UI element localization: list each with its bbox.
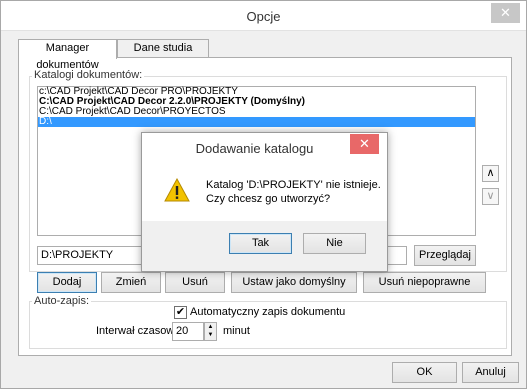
dialog-body: Katalog 'D:\PROJEKTY' nie istnieje. Czy … bbox=[142, 163, 387, 221]
autosave-checkbox-label: Automatyczny zapis dokumentu bbox=[190, 306, 346, 318]
move-down-button[interactable]: ∨ bbox=[482, 188, 499, 205]
autosave-group-label: Auto-zapis: bbox=[32, 295, 92, 307]
dialog-title: Dodawanie katalogu bbox=[195, 141, 314, 156]
set-default-button[interactable]: Ustaw jako domyślny bbox=[231, 272, 357, 293]
add-catalog-dialog: Dodawanie katalogu ✕ Katalog 'D:\PROJEKT… bbox=[141, 132, 388, 272]
list-item-selected[interactable]: D:\ bbox=[38, 117, 475, 127]
move-up-button[interactable]: ∧ bbox=[482, 165, 499, 182]
dialog-close-button[interactable]: ✕ bbox=[350, 134, 379, 154]
interval-input[interactable]: 20 bbox=[172, 322, 204, 341]
interval-stepper[interactable]: ▲ ▼ bbox=[204, 322, 217, 341]
dialog-message-line2: Czy chcesz go utworzyć? bbox=[206, 193, 331, 205]
tab-document-manager[interactable]: Manager dokumentów bbox=[18, 39, 117, 71]
tab-studio-data[interactable]: Dane studia bbox=[117, 39, 209, 58]
ok-button[interactable]: OK bbox=[392, 362, 457, 383]
remove-button[interactable]: Usuń bbox=[165, 272, 225, 293]
dialog-title-bar: Dodawanie katalogu ✕ bbox=[142, 133, 387, 163]
list-item[interactable]: C:\CAD Projekt\CAD Decor\PROYECTOS bbox=[38, 107, 475, 117]
remove-invalid-button[interactable]: Usuń niepoprawne bbox=[363, 272, 486, 293]
window-title: Opcje bbox=[246, 9, 281, 24]
add-button[interactable]: Dodaj bbox=[37, 272, 97, 293]
no-button[interactable]: Nie bbox=[303, 233, 366, 254]
title-bar: Opcje ✕ bbox=[1, 1, 526, 31]
browse-button[interactable]: Przeglądaj bbox=[414, 245, 476, 266]
interval-label: Interwał czasowy: bbox=[96, 325, 183, 337]
options-window: Opcje ✕ Manager dokumentów Dane studia K… bbox=[0, 0, 527, 389]
window-close-button[interactable]: ✕ bbox=[491, 3, 520, 23]
yes-button[interactable]: Tak bbox=[229, 233, 292, 254]
cancel-button[interactable]: Anuluj bbox=[462, 362, 519, 383]
autosave-checkbox[interactable]: ✔ bbox=[174, 306, 187, 319]
change-button[interactable]: Zmień bbox=[101, 272, 161, 293]
interval-unit-label: minut bbox=[223, 325, 250, 337]
dialog-message-line1: Katalog 'D:\PROJEKTY' nie istnieje. bbox=[206, 179, 381, 191]
warning-icon bbox=[164, 178, 190, 202]
